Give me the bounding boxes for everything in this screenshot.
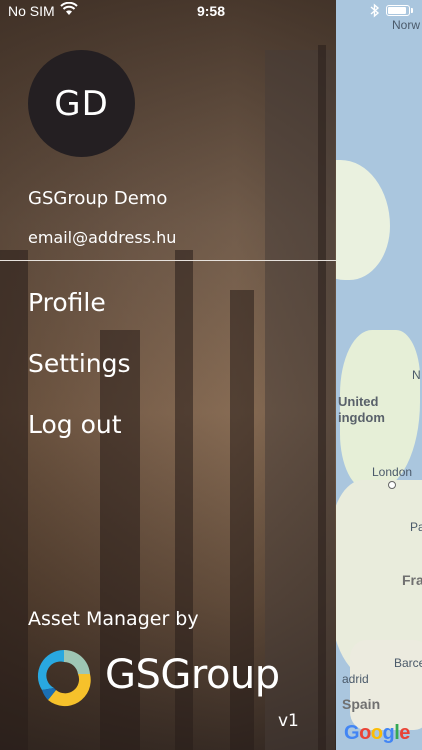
battery-tip (411, 8, 413, 13)
map-label: ingdom (338, 410, 385, 425)
status-bar: No SIM 9:58 (0, 0, 422, 24)
map-label: N (412, 368, 421, 382)
byline: Asset Manager by (28, 608, 199, 630)
background-building (318, 45, 326, 750)
avatar[interactable]: GD (28, 50, 135, 157)
google-attribution: Google (344, 722, 410, 744)
app-version: v1 (278, 711, 299, 731)
bluetooth-icon (370, 3, 380, 18)
map-label: Spain (342, 696, 381, 712)
menu-item-profile[interactable]: Profile (28, 288, 106, 317)
clock: 9:58 (196, 3, 226, 19)
map-label: Fra (402, 572, 422, 588)
menu-item-logout[interactable]: Log out (28, 410, 122, 439)
city-marker (388, 481, 396, 489)
background-building (0, 250, 28, 750)
map-label: Pa (410, 520, 422, 534)
gsgroup-logo-icon (37, 649, 91, 707)
map-label: United (338, 394, 379, 409)
user-name: GSGroup Demo (28, 188, 168, 209)
navigation-drawer: GD GSGroup Demo email@address.hu Profile… (0, 0, 336, 750)
menu-item-settings[interactable]: Settings (28, 349, 131, 378)
avatar-initials: GD (54, 83, 109, 124)
map-label: adrid (342, 672, 369, 686)
brand-name: GSGroup (105, 652, 280, 698)
battery-icon (386, 5, 410, 16)
user-email: email@address.hu (28, 228, 177, 247)
map-label: London (372, 465, 413, 479)
divider (0, 260, 336, 261)
map-label: Barce (394, 656, 422, 670)
